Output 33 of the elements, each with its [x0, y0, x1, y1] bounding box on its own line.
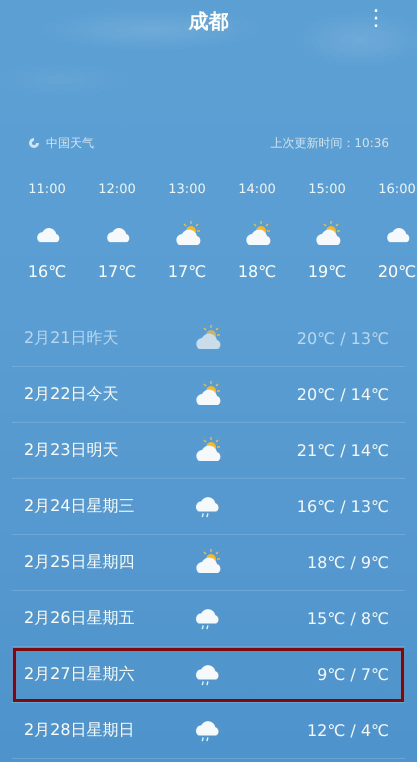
hour-time: 13:00	[168, 182, 206, 199]
hour-temperature: 17℃	[98, 262, 136, 281]
temperature-range: 15℃ / 8℃	[306, 609, 390, 628]
day-date: 2月26日星期五	[24, 608, 136, 629]
hour-temperature: 17℃	[168, 262, 206, 281]
day-date: 2月21日昨天	[24, 328, 120, 349]
temperature-range: 12℃ / 4℃	[306, 721, 390, 740]
day-date: 2月28日星期日	[24, 720, 136, 741]
day-date: 2月23日明天	[24, 440, 120, 461]
hour-time: 11:00	[28, 182, 66, 199]
temperature-range: 20℃ / 14℃	[296, 385, 390, 404]
day-date: 2月24日星期三	[24, 496, 136, 517]
temperature-range: 18℃ / 9℃	[306, 553, 390, 572]
swirl-logo-icon	[28, 137, 40, 149]
day-date: 2月27日星期六	[24, 664, 136, 685]
hour-time: 15:00	[308, 182, 346, 199]
hour-temperature: 16℃	[28, 262, 66, 281]
hour-temperature: 20℃	[378, 262, 416, 281]
city-title: 成都	[188, 8, 228, 34]
menu-button[interactable]: ⋮	[361, 6, 391, 31]
temperature-range: 21℃ / 14℃	[296, 441, 390, 460]
temperature-range: 20℃ / 13℃	[296, 329, 390, 348]
day-date: 2月22日今天	[24, 384, 120, 405]
day-date: 2月25日星期四	[24, 552, 136, 573]
source-label: 中国天气	[46, 134, 94, 152]
temperature-range: 9℃ / 7℃	[317, 665, 390, 684]
update-time: 上次更新时间：10:36	[270, 134, 389, 152]
hour-time: 16:00	[378, 182, 416, 199]
hour-time: 12:00	[98, 182, 136, 199]
hour-time: 14:00	[238, 182, 276, 199]
hour-temperature: 19℃	[308, 262, 346, 281]
hour-temperature: 18℃	[238, 262, 276, 281]
temperature-range: 16℃ / 13℃	[296, 497, 390, 516]
